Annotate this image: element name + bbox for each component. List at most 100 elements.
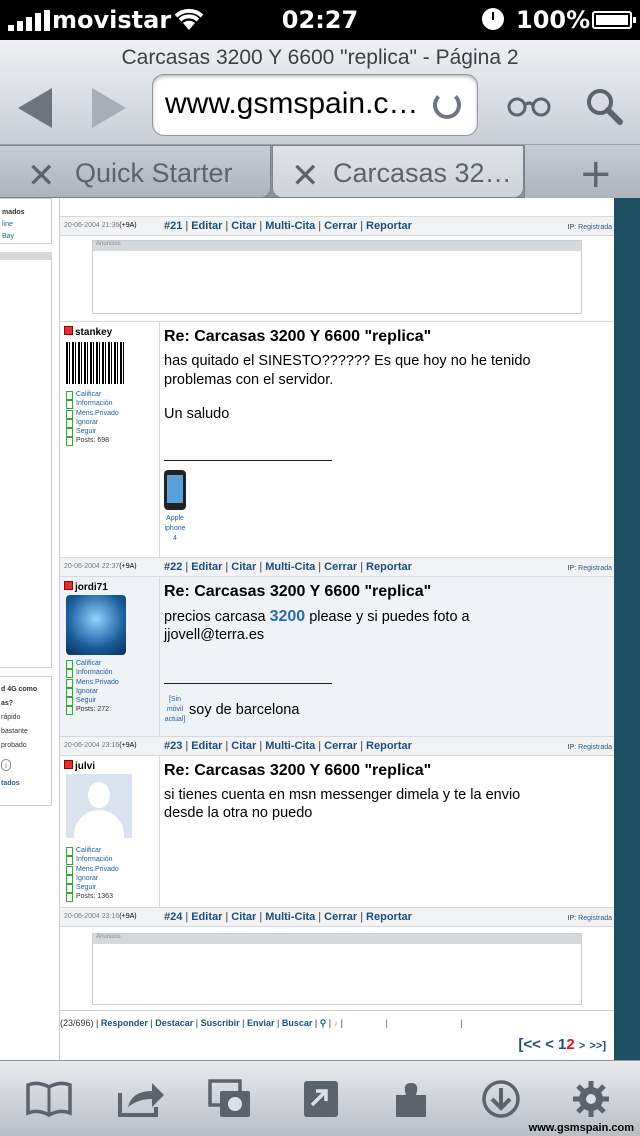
search-link[interactable]: Buscar bbox=[282, 1018, 313, 1028]
right-border bbox=[614, 198, 640, 1060]
download-icon[interactable] bbox=[476, 1079, 526, 1119]
reply-link[interactable]: Responder bbox=[101, 1018, 148, 1028]
post-footer: 20-06-2004 23:16(+9A) #24 | Editar | Citar | M… bbox=[60, 907, 615, 927]
quote-link[interactable]: Citar bbox=[231, 740, 256, 752]
edit-link[interactable]: Editar bbox=[191, 911, 222, 923]
report-link[interactable]: Reportar bbox=[366, 740, 412, 752]
settings-gear-icon[interactable] bbox=[566, 1079, 616, 1119]
report-link[interactable]: Reportar bbox=[366, 220, 412, 232]
highlight-link[interactable]: Destacar bbox=[155, 1018, 193, 1028]
follow-link[interactable]: Seguir bbox=[66, 696, 119, 707]
poll-option[interactable]: probado bbox=[1, 739, 51, 753]
rate-link[interactable]: Calificar bbox=[66, 659, 119, 670]
poll-option[interactable]: rápido bbox=[1, 711, 51, 725]
separator: | bbox=[385, 1018, 388, 1028]
reload-icon[interactable] bbox=[433, 91, 461, 119]
tab-carcasas[interactable]: ✕ Carcasas 32… bbox=[272, 145, 524, 198]
user-avatar bbox=[66, 342, 124, 384]
multi-quote-link[interactable]: Multi-Cita bbox=[265, 561, 315, 573]
info-link[interactable]: Información bbox=[66, 399, 119, 410]
close-link[interactable]: Cerrar bbox=[324, 740, 357, 752]
username[interactable]: stankey bbox=[64, 326, 112, 338]
sidebar-link[interactable]: Bay bbox=[2, 231, 51, 243]
left-sidebar: mados line Bay d 4G como as? rápido bast… bbox=[0, 198, 53, 1060]
new-tab-button[interactable]: + bbox=[524, 145, 640, 198]
quote-link[interactable]: Citar bbox=[231, 561, 256, 573]
user-column: julvi Calificar Información Mens.Privado… bbox=[60, 756, 160, 907]
username[interactable]: julvi bbox=[64, 760, 95, 772]
post-count: Posts: 1363 bbox=[66, 892, 119, 903]
last-page-link[interactable]: >>] bbox=[589, 1040, 606, 1052]
post-number-link[interactable]: #21 bbox=[164, 220, 182, 232]
forward-arrow-icon[interactable] bbox=[92, 88, 126, 128]
close-link[interactable]: Cerrar bbox=[324, 220, 357, 232]
send-link[interactable]: Enviar bbox=[247, 1018, 275, 1028]
search-icon[interactable] bbox=[584, 86, 624, 126]
post-title: Re: Carcasas 3200 Y 6600 "replica" bbox=[164, 328, 432, 345]
pm-link[interactable]: Mens.Privado bbox=[66, 865, 119, 875]
close-tab-icon[interactable]: ✕ bbox=[27, 156, 56, 196]
keyword-link[interactable]: 3200 bbox=[270, 608, 306, 625]
rate-link[interactable]: Calificar bbox=[66, 390, 119, 401]
poll-results-link[interactable]: tados bbox=[1, 777, 51, 791]
attach-icon[interactable]: ⚲ bbox=[320, 1018, 327, 1028]
follow-link[interactable]: Seguir bbox=[66, 427, 119, 438]
post-number-link[interactable]: #24 bbox=[164, 911, 182, 923]
pm-link[interactable]: Mens.Privado bbox=[66, 409, 119, 419]
ignore-link[interactable]: Ignorar bbox=[66, 687, 119, 698]
bookmarks-icon[interactable] bbox=[24, 1079, 74, 1119]
ignore-link[interactable]: Ignorar bbox=[66, 874, 119, 885]
post-number-link[interactable]: #22 bbox=[164, 561, 182, 573]
current-page: 2 bbox=[566, 1036, 575, 1053]
report-link[interactable]: Reportar bbox=[366, 911, 412, 923]
sidebar-link[interactable]: line bbox=[2, 219, 51, 231]
post-number-link[interactable]: #23 bbox=[164, 740, 182, 752]
phone-caption[interactable]: [Sin móvil actual] bbox=[162, 695, 188, 725]
extensions-icon[interactable] bbox=[386, 1079, 436, 1119]
rate-link[interactable]: Calificar bbox=[66, 846, 119, 857]
prev-page-link[interactable]: < bbox=[545, 1036, 554, 1053]
post-text: si tienes cuenta en msn messenger dimela… bbox=[164, 787, 521, 803]
back-arrow-icon[interactable] bbox=[18, 88, 52, 128]
first-page-link[interactable]: [<< bbox=[518, 1036, 541, 1053]
close-link[interactable]: Cerrar bbox=[324, 561, 357, 573]
ad-label: Anuncios bbox=[93, 241, 581, 251]
edit-link[interactable]: Editar bbox=[191, 740, 222, 752]
pm-link[interactable]: Mens.Privado bbox=[66, 678, 119, 688]
quote-link[interactable]: Citar bbox=[231, 911, 256, 923]
share-icon[interactable] bbox=[116, 1079, 166, 1119]
sidebar-panel bbox=[0, 252, 52, 668]
poll-vote-button[interactable]: l bbox=[1, 759, 11, 771]
username[interactable]: jordi71 bbox=[64, 581, 108, 593]
bell-icon[interactable]: ♪ bbox=[334, 1018, 339, 1028]
post-title: Re: Carcasas 3200 Y 6600 "replica" bbox=[164, 583, 432, 600]
tab-quick-starter[interactable]: ✕ Quick Starter bbox=[0, 145, 271, 198]
tabs-overview-icon[interactable] bbox=[206, 1079, 256, 1119]
multi-quote-link[interactable]: Multi-Cita bbox=[265, 911, 315, 923]
edit-link[interactable]: Editar bbox=[191, 561, 222, 573]
reader-glasses-icon[interactable] bbox=[506, 90, 552, 120]
ip-status: IP: Registrada bbox=[567, 915, 612, 922]
address-bar[interactable]: www.gsmspain.c… bbox=[152, 74, 478, 136]
fullscreen-icon[interactable] bbox=[296, 1079, 346, 1119]
info-link[interactable]: Información bbox=[66, 855, 119, 866]
report-link[interactable]: Reportar bbox=[366, 561, 412, 573]
signature-divider bbox=[164, 683, 332, 684]
close-link[interactable]: Cerrar bbox=[324, 911, 357, 923]
subscribe-link[interactable]: Suscribir bbox=[201, 1018, 240, 1028]
multi-quote-link[interactable]: Multi-Cita bbox=[265, 740, 315, 752]
phone-caption[interactable]: Apple iphone 4 bbox=[160, 514, 190, 544]
status-bar: movistar 02:27 100% bbox=[0, 0, 640, 40]
poll-option[interactable]: bastante bbox=[1, 725, 51, 739]
ip-status: IP: Registrada bbox=[567, 744, 612, 751]
multi-quote-link[interactable]: Multi-Cita bbox=[265, 220, 315, 232]
ignore-link[interactable]: Ignorar bbox=[66, 418, 119, 429]
alarm-icon bbox=[482, 8, 504, 30]
edit-link[interactable]: Editar bbox=[191, 220, 222, 232]
info-link[interactable]: Información bbox=[66, 668, 119, 679]
next-page-link[interactable]: > bbox=[579, 1040, 585, 1052]
ip-status: IP: Registrada bbox=[567, 565, 612, 572]
follow-link[interactable]: Seguir bbox=[66, 883, 119, 894]
close-tab-icon[interactable]: ✕ bbox=[291, 156, 320, 196]
quote-link[interactable]: Citar bbox=[231, 220, 256, 232]
